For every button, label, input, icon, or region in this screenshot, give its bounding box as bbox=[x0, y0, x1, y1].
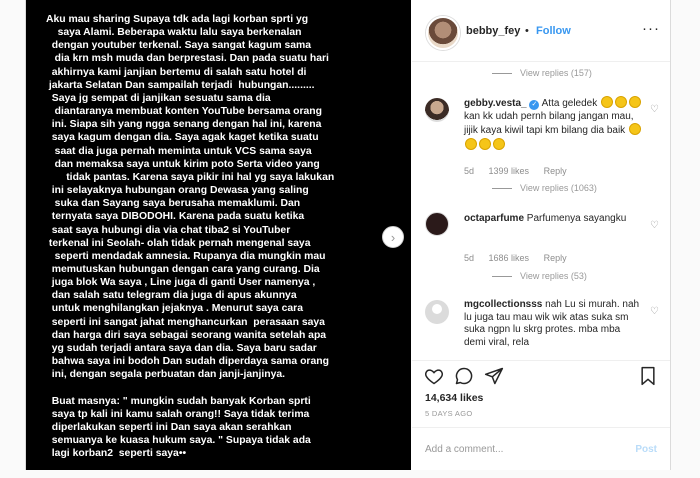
add-comment-bar: Add a comment... Post bbox=[412, 427, 670, 471]
emoji-icon bbox=[493, 137, 505, 150]
avatar[interactable] bbox=[426, 16, 460, 50]
post-button[interactable]: Post bbox=[635, 444, 657, 455]
chevron-right-icon: › bbox=[390, 229, 396, 245]
bookmark-icon[interactable] bbox=[639, 366, 657, 386]
post-image-text: Aku mau sharing Supaya tdk ada lagi korb… bbox=[46, 14, 335, 460]
username-link[interactable]: bebby_fey bbox=[466, 25, 520, 37]
view-replies-button[interactable]: View replies (53) bbox=[492, 271, 587, 281]
post-dialog: Aku mau sharing Supaya tdk ada lagi korb… bbox=[25, 0, 671, 470]
comment-text-part: Parfumenya sayangku bbox=[526, 213, 627, 224]
action-bar bbox=[412, 360, 670, 391]
view-replies-label: View replies (1063) bbox=[520, 183, 597, 193]
comment-meta: 5d 1399 likes Reply bbox=[464, 166, 579, 176]
default-avatar-icon bbox=[432, 304, 442, 314]
more-options-icon[interactable]: ··· bbox=[642, 20, 660, 37]
comment-text-part: kan kk udah pernh bilang jangan mau, jij… bbox=[464, 110, 634, 137]
separator-dot: • bbox=[525, 25, 529, 37]
comment-username[interactable]: octaparfume bbox=[464, 213, 524, 224]
comment-input[interactable]: Add a comment... bbox=[425, 444, 503, 455]
comment-text: gebby.vesta_ ✓ Atta geledek kan kk udah … bbox=[464, 96, 644, 152]
comment-likes[interactable]: 1399 likes bbox=[489, 166, 530, 176]
heart-icon[interactable]: ♡ bbox=[650, 306, 659, 317]
emoji-icon bbox=[479, 137, 491, 150]
comment-username[interactable]: gebby.vesta_ bbox=[464, 98, 527, 109]
emoji-icon bbox=[465, 137, 477, 150]
view-replies-button[interactable]: View replies (157) bbox=[492, 68, 592, 78]
post-timestamp: 5 DAYS AGO bbox=[425, 409, 473, 418]
comment-text: octaparfume Parfumenya sayangku bbox=[464, 213, 644, 226]
comment-meta: 5d 1686 likes Reply bbox=[464, 253, 579, 263]
view-replies-button[interactable]: View replies (1063) bbox=[492, 183, 597, 193]
heart-icon[interactable]: ♡ bbox=[650, 104, 659, 115]
view-replies-label: View replies (53) bbox=[520, 271, 587, 281]
next-arrow-button[interactable]: › bbox=[382, 226, 404, 248]
comment-time: 5d bbox=[464, 166, 475, 176]
avatar[interactable] bbox=[425, 212, 449, 236]
emoji-icon bbox=[628, 123, 641, 135]
avatar[interactable] bbox=[425, 300, 449, 324]
emoji-icon bbox=[615, 96, 628, 108]
side-panel: bebby_fey • Follow ··· View replies (157… bbox=[412, 0, 670, 470]
share-icon[interactable] bbox=[484, 366, 504, 386]
comment-icon[interactable] bbox=[454, 366, 474, 386]
emoji-icon bbox=[601, 96, 614, 108]
post-header: bebby_fey • Follow ··· bbox=[412, 0, 670, 62]
heart-icon[interactable] bbox=[424, 366, 444, 386]
emoji-icon bbox=[629, 96, 642, 108]
likes-count[interactable]: 14,634 likes bbox=[425, 392, 483, 404]
comment-text-part: Atta geledek bbox=[541, 98, 598, 109]
comments-list[interactable]: View replies (157) gebby.vesta_ ✓ Atta g… bbox=[412, 62, 670, 358]
verified-badge-icon: ✓ bbox=[529, 100, 540, 110]
comment-username[interactable]: mgcollectionsss bbox=[464, 299, 542, 310]
avatar[interactable] bbox=[425, 98, 449, 122]
view-replies-label: View replies (157) bbox=[520, 68, 592, 78]
reply-button[interactable]: Reply bbox=[544, 166, 567, 176]
comment-time: 5d bbox=[464, 253, 475, 263]
heart-icon[interactable]: ♡ bbox=[650, 220, 659, 231]
comment-likes[interactable]: 1686 likes bbox=[489, 253, 530, 263]
follow-button[interactable]: Follow bbox=[536, 25, 571, 37]
post-image: Aku mau sharing Supaya tdk ada lagi korb… bbox=[26, 0, 411, 470]
comment-text: mgcollectionsss nah Lu si murah. nah lu … bbox=[464, 299, 644, 349]
reply-button[interactable]: Reply bbox=[544, 253, 567, 263]
